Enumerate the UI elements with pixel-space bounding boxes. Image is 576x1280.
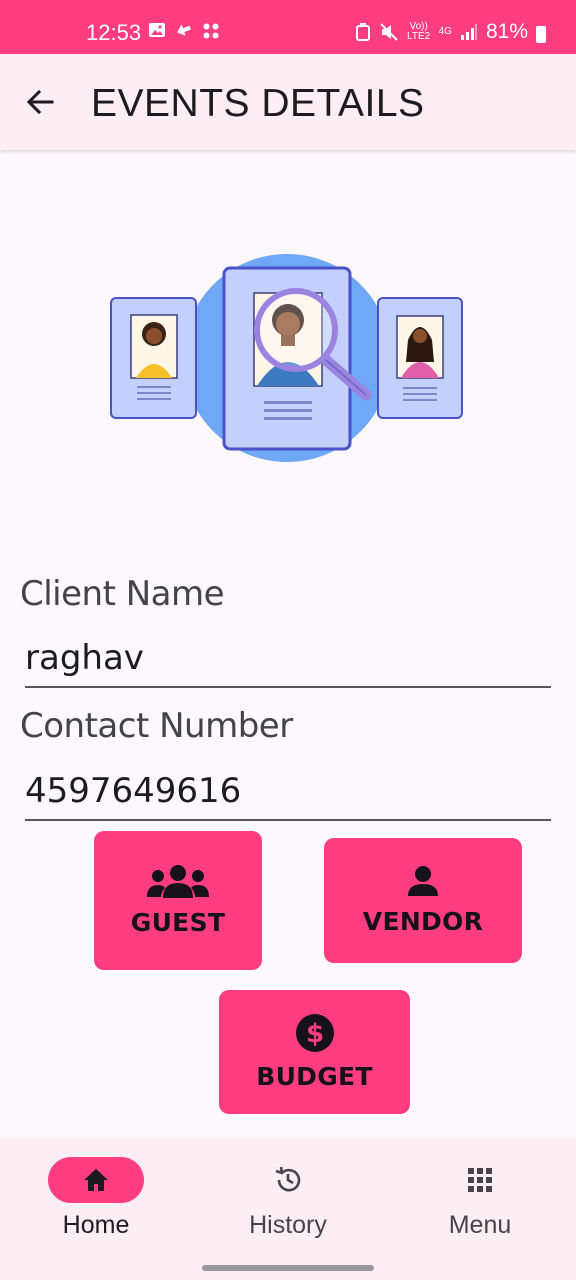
budget-button-label: BUDGET	[256, 1061, 373, 1091]
contact-number-label: Contact Number	[20, 706, 293, 746]
nav-item-home[interactable]: Home	[0, 1137, 192, 1257]
data-transfer-icon	[177, 24, 191, 36]
apps-icon	[203, 23, 219, 39]
nav-label-history: History	[249, 1211, 327, 1239]
home-icon	[84, 1169, 108, 1191]
status-bar: 12:53 Vo)) LTE2 4G 81%	[0, 0, 576, 54]
nav-label-home: Home	[62, 1211, 130, 1239]
grid-menu-icon	[468, 1168, 492, 1192]
signal-icon	[460, 24, 477, 40]
nav-label-menu: Menu	[448, 1211, 512, 1239]
battery-percent: 81%	[485, 20, 528, 43]
group-icon	[147, 865, 209, 898]
guest-button-label: GUEST	[130, 908, 226, 937]
alarm-icon	[355, 23, 370, 41]
gesture-home-bar[interactable]	[202, 1265, 374, 1271]
page-title: EVENTS DETAILS	[91, 82, 425, 125]
contact-number-underline	[25, 819, 551, 821]
mute-icon	[379, 23, 398, 41]
volte-indicator: Vo)) LTE2	[407, 21, 431, 42]
client-name-label: Client Name	[20, 574, 225, 614]
person-icon	[408, 866, 438, 896]
svg-text:$: $	[305, 1019, 323, 1049]
budget-button[interactable]: $ BUDGET	[219, 990, 410, 1114]
history-icon	[275, 1166, 301, 1192]
arrow-back-icon[interactable]	[22, 84, 58, 120]
status-time: 12:53	[86, 20, 142, 45]
gallery-icon	[149, 23, 165, 37]
contact-number-input[interactable]: 4597649616	[25, 771, 241, 811]
client-name-underline	[25, 686, 551, 688]
status-right: Vo)) LTE2 4G 81%	[355, 20, 546, 44]
nav-item-menu[interactable]: Menu	[384, 1137, 576, 1257]
app-bar: EVENTS DETAILS	[0, 54, 576, 150]
profile-search-illustration	[110, 254, 463, 462]
guest-button[interactable]: GUEST	[94, 831, 262, 970]
dollar-circle-icon: $	[295, 1013, 334, 1052]
bottom-navigation: Home History Menu	[0, 1137, 576, 1280]
network-indicator: 4G	[438, 26, 452, 37]
nav-item-history[interactable]: History	[192, 1137, 384, 1257]
vendor-button-label: VENDOR	[362, 907, 484, 936]
vendor-button[interactable]: VENDOR	[324, 838, 522, 963]
client-name-input[interactable]: raghav	[25, 638, 144, 678]
battery-icon	[536, 25, 546, 43]
notification-icons	[148, 22, 220, 40]
